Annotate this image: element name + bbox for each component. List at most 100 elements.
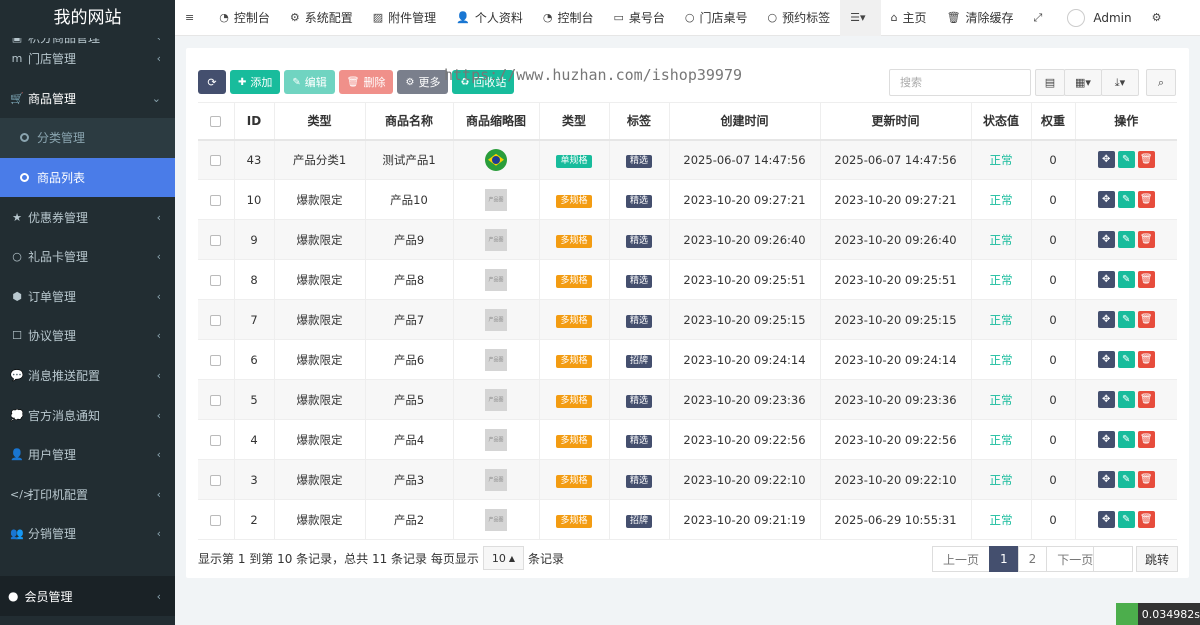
drag-sort-button[interactable]: ✥ [1097,391,1115,408]
nav-item-9[interactable]: ☰▾ [840,0,881,36]
columns-dropdown-button[interactable]: ▦▾ [1064,69,1102,96]
row-edit-button[interactable]: ✎ [1117,311,1135,328]
row-delete-button[interactable]: 🗑 [1137,431,1155,448]
drag-sort-button[interactable]: ✥ [1097,351,1115,368]
row-delete-button[interactable]: 🗑 [1137,311,1155,328]
sidebar-item-1[interactable]: m 门店管理 ‹ [0,39,175,79]
refresh-button[interactable]: ⟳ [198,70,226,94]
page-size-select[interactable]: 10 ▲ [482,546,525,570]
prev-page-button[interactable]: 上一页 [932,546,991,572]
select-all-checkbox[interactable] [210,115,222,127]
drag-sort-button[interactable]: ✥ [1097,151,1115,169]
row-checkbox[interactable] [210,154,222,166]
drag-sort-button[interactable]: ✥ [1097,471,1115,488]
row-checkbox[interactable] [210,234,222,246]
drag-sort-button[interactable]: ✥ [1097,511,1115,528]
nav-item-8[interactable]: ○ 预约标签 [758,0,841,36]
nav-item-11[interactable]: 🗑 清除缓存 [937,0,1024,36]
nav-item-2[interactable]: ⚙ 系统配置 [280,0,363,36]
nav-item-6[interactable]: ▭ 桌号台 [604,0,675,36]
sidebar-item-10[interactable]: 💭 官方消息通知 ‹ [0,395,175,435]
row-checkbox[interactable] [210,314,222,326]
product-thumbnail[interactable]: 产品图 [485,508,507,531]
search-button[interactable]: ⌕ [1146,69,1176,96]
sidebar-item-6[interactable]: ○ 礼品卡管理 ‹ [0,237,175,277]
row-checkbox[interactable] [210,194,222,206]
row-delete-button[interactable]: 🗑 [1137,231,1155,248]
user-menu[interactable]: Admin [1057,0,1141,36]
drag-sort-button[interactable]: ✥ [1097,191,1115,208]
sidebar-item-4[interactable]: 商品列表 [0,157,175,198]
row-checkbox[interactable] [210,434,222,446]
page-1-button[interactable]: 1 [989,546,1019,572]
weight-cell: 0 [1030,339,1075,380]
sidebar-item-2[interactable]: 🛒 商品管理 ⌄ [0,79,175,119]
settings-button[interactable]: ⚙ [1142,0,1177,36]
sidebar-item-12[interactable]: </> 打印机配置 ‹ [0,475,175,515]
sidebar-item-13[interactable]: 👥 分销管理 ‹ [0,514,175,554]
row-edit-button[interactable]: ✎ [1117,471,1135,488]
row-edit-button[interactable]: ✎ [1117,431,1135,448]
delete-button[interactable]: 🗑 删除 [338,70,394,94]
row-edit-button[interactable]: ✎ [1117,151,1135,169]
product-thumbnail[interactable]: 产品图 [485,428,507,451]
select-all-header[interactable] [198,102,234,141]
row-delete-button[interactable]: 🗑 [1137,351,1155,368]
row-delete-button[interactable]: 🗑 [1137,391,1155,408]
more-button[interactable]: ⚙ 更多 [397,70,449,94]
row-checkbox[interactable] [210,354,222,366]
nav-item-7[interactable]: ○ 门店桌号 [675,0,758,36]
toggle-view-button[interactable]: ▤ [1035,69,1065,96]
row-checkbox[interactable] [210,474,222,486]
row-delete-button[interactable]: 🗑 [1137,191,1155,208]
sidebar-item-7[interactable]: ⬢ 订单管理 ‹ [0,277,175,317]
product-thumbnail[interactable]: 产品图 [485,188,507,211]
add-button[interactable]: ✚ 添加 [230,70,281,94]
page-2-button[interactable]: 2 [1017,546,1048,572]
row-edit-button[interactable]: ✎ [1117,191,1135,208]
site-logo[interactable]: 我的网站 [0,0,175,38]
sidebar-item-9[interactable]: 💬 消息推送配置 ‹ [0,356,175,396]
row-checkbox[interactable] [210,514,222,526]
nav-item-0[interactable]: ≡ [175,0,209,36]
row-checkbox[interactable] [210,274,222,286]
nav-item-10[interactable]: ⌂ 主页 [881,0,937,36]
product-thumbnail[interactable]: 产品图 [485,268,507,291]
export-dropdown-button[interactable]: ⤓▾ [1101,69,1139,96]
product-thumbnail[interactable]: 产品图 [485,388,507,411]
drag-sort-button[interactable]: ✥ [1097,271,1115,288]
row-edit-button[interactable]: ✎ [1117,391,1135,408]
product-thumbnail[interactable]: 产品图 [485,308,507,331]
row-checkbox[interactable] [210,394,222,406]
product-thumbnail[interactable]: 产品图 [485,348,507,371]
sidebar-item-11[interactable]: 👤 用户管理 ‹ [0,435,175,475]
product-thumbnail[interactable]: 产品图 [485,228,507,251]
nav-item-3[interactable]: ▨ 附件管理 [363,0,446,36]
sidebar-item-5[interactable]: ★ 优惠券管理 ‹ [0,197,175,237]
row-delete-button[interactable]: 🗑 [1137,511,1155,528]
nav-item-5[interactable]: ◔ 控制台 [533,0,604,36]
row-delete-button[interactable]: 🗑 [1137,151,1155,169]
row-edit-button[interactable]: ✎ [1117,271,1135,288]
jump-page-input[interactable] [1093,546,1133,572]
row-delete-button[interactable]: 🗑 [1137,471,1155,488]
search-input[interactable]: 搜索 [889,69,1031,96]
row-delete-button[interactable]: 🗑 [1137,271,1155,288]
drag-sort-button[interactable]: ✥ [1097,431,1115,448]
nav-item-1[interactable]: ◔ 控制台 [209,0,280,36]
sidebar-item-8[interactable]: ☐ 协议管理 ‹ [0,316,175,356]
row-edit-button[interactable]: ✎ [1117,511,1135,528]
row-edit-button[interactable]: ✎ [1117,231,1135,248]
row-edit-button[interactable]: ✎ [1117,351,1135,368]
nav-item-4[interactable]: 👤 个人资料 [446,0,533,36]
sidebar-item-3[interactable]: 分类管理 [0,118,175,158]
drag-sort-button[interactable]: ✥ [1097,311,1115,328]
edit-button[interactable]: ✎ 编辑 [284,70,335,94]
trash-icon: 🗑 [1139,354,1153,365]
sidebar-item-member[interactable]: ● 会员管理 ‹ [0,576,175,616]
weight-cell: 0 [1030,419,1075,460]
nav-item-12[interactable]: ⤢ [1024,0,1058,36]
product-thumbnail[interactable]: 产品图 [485,468,507,491]
jump-button[interactable]: 跳转 [1136,546,1179,572]
drag-sort-button[interactable]: ✥ [1097,231,1115,248]
